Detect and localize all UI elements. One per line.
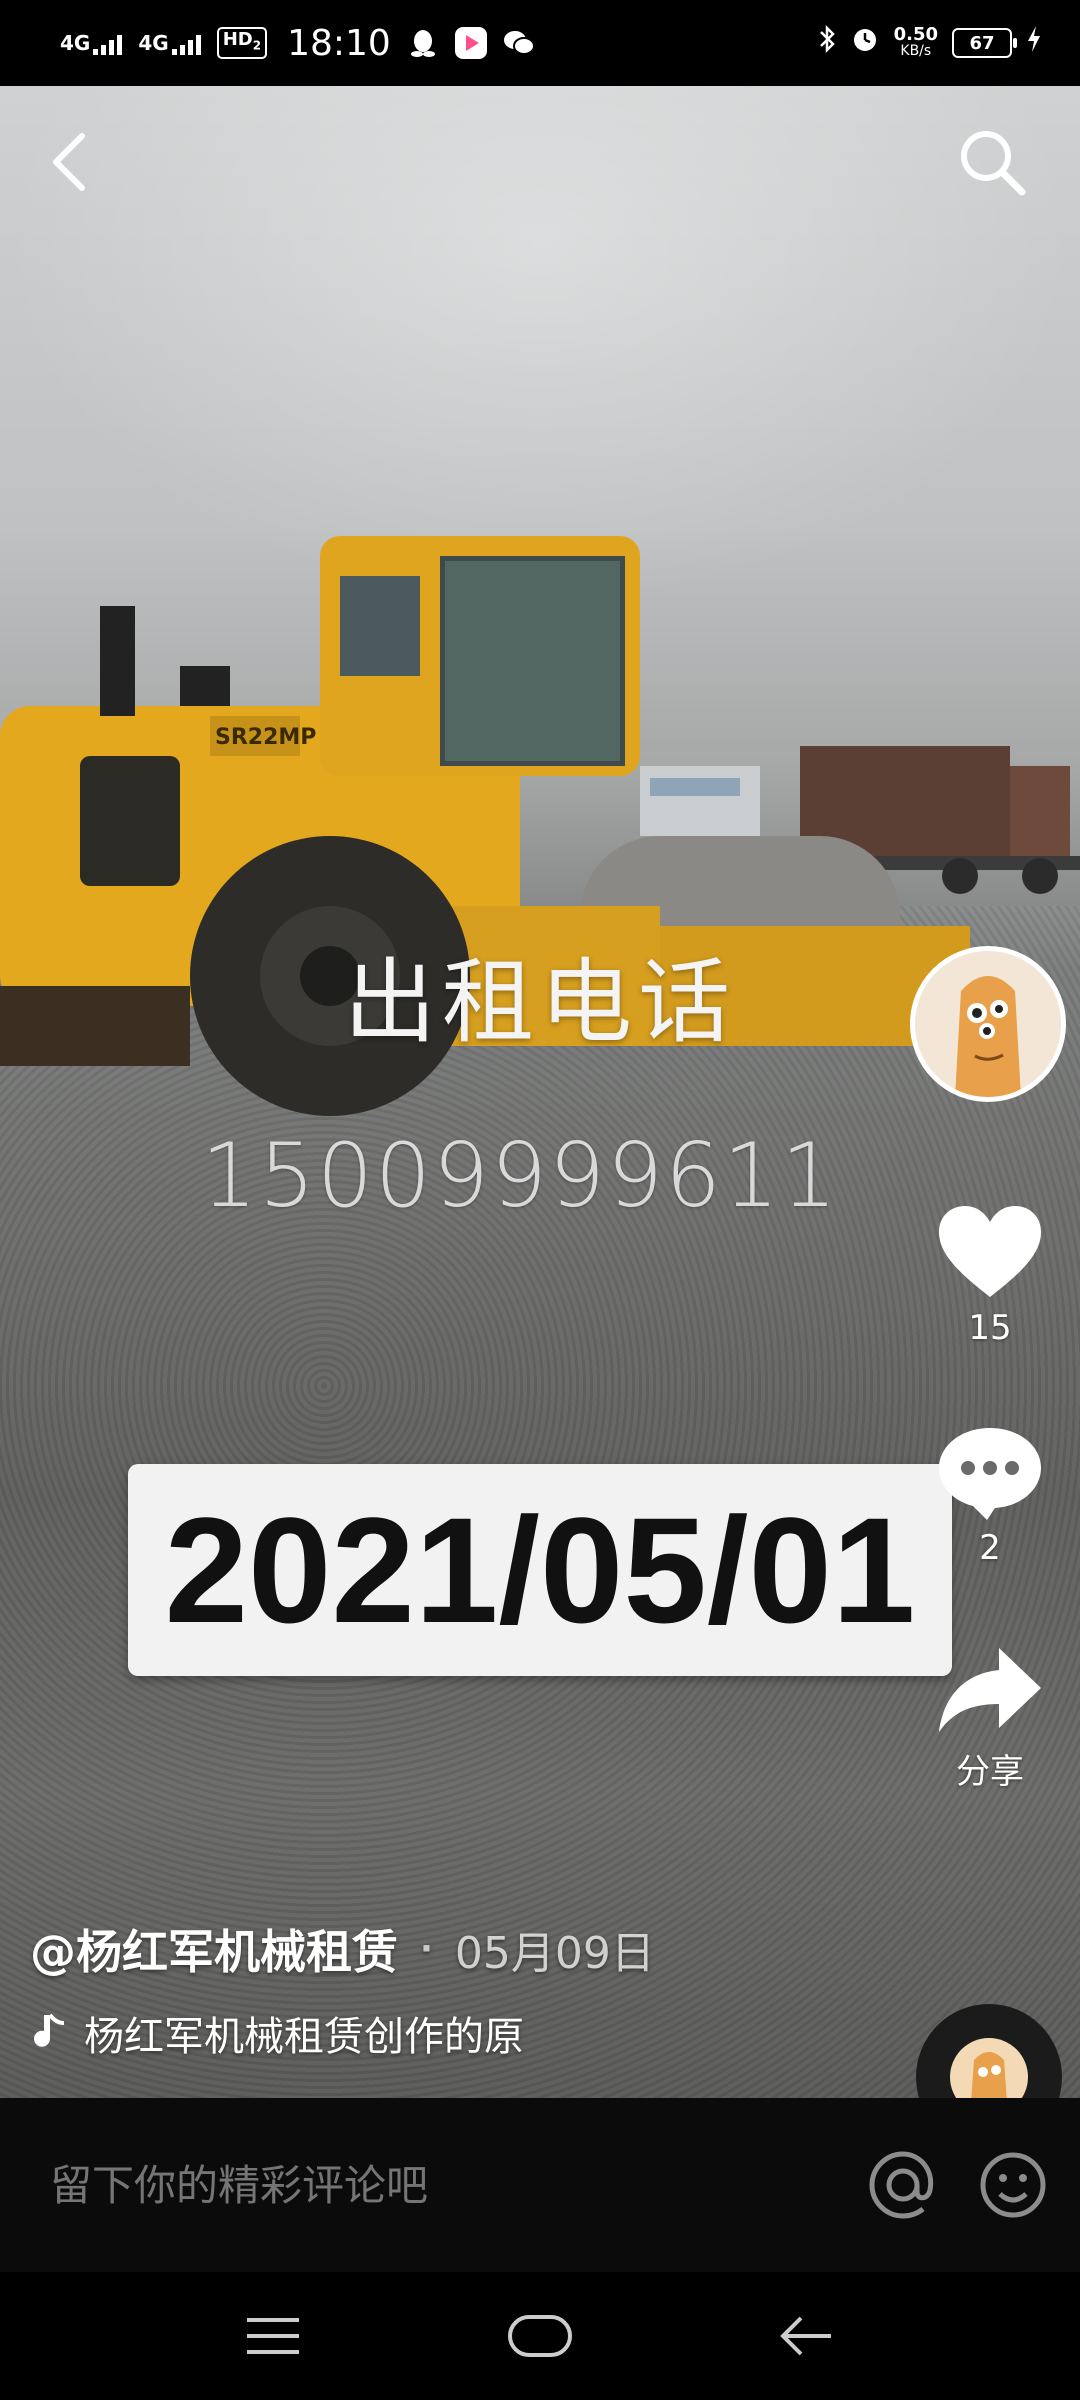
disc-cover [950, 2038, 1028, 2098]
back-button[interactable] [42, 122, 102, 202]
music-info[interactable]: 杨红军机械租赁创作的原 [30, 2004, 524, 2062]
heart-icon [939, 1206, 1041, 1297]
date-caption: 2021/05/01 [128, 1464, 952, 1676]
search-button[interactable] [954, 124, 1030, 200]
music-text: 杨红军机械租赁创作的原 [84, 2014, 524, 2060]
search-icon [961, 131, 1026, 196]
hd-voice-badge: HD2 [216, 27, 268, 59]
share-label: 分享 [956, 1752, 1024, 1792]
network-type-1: 4G [60, 31, 91, 55]
post-date: 05月09日 [454, 1928, 655, 1979]
author-avatar[interactable] [910, 946, 1066, 1102]
charging-icon [1026, 24, 1042, 62]
like-button[interactable]: 15 [920, 1202, 1060, 1348]
comment-button[interactable]: 2 [920, 1422, 1060, 1568]
emoji-button[interactable] [976, 2148, 1050, 2222]
back-icon [779, 2316, 831, 2356]
share-icon [939, 1648, 1041, 1732]
signal-bars-icon [171, 33, 201, 55]
at-icon [869, 2151, 934, 2219]
menu-icon [247, 2318, 300, 2354]
system-nav-bar [0, 2272, 1080, 2400]
video-app-icon [454, 27, 487, 59]
avatar-cartoon-icon [915, 951, 1061, 1097]
signal-bars-icon [93, 33, 123, 55]
comment-count: 2 [979, 1528, 1001, 1568]
network-type-2: 4G [138, 31, 169, 55]
svg-text:SR22MP: SR22MP [215, 725, 316, 750]
share-button[interactable]: 分享 [920, 1642, 1060, 1793]
back-arrow-icon [53, 133, 85, 191]
clock: 18:10 [287, 22, 391, 64]
home-button[interactable] [495, 2301, 585, 2371]
bluetooth-icon [818, 24, 836, 62]
comment-bar [0, 2098, 1080, 2272]
recent-apps-button[interactable] [228, 2301, 318, 2371]
separator-dot: · [420, 1929, 433, 1969]
alarm-icon [850, 24, 880, 62]
comment-input[interactable] [50, 2160, 830, 2210]
status-bar: 4G 4G HD2 18:10 0.50 KB/s 67 [0, 0, 1080, 86]
post-meta: @杨红军机械租赁 · 05月09日 [30, 1916, 655, 1982]
comment-icon [939, 1428, 1041, 1520]
mention-button[interactable] [866, 2148, 940, 2222]
emoji-icon [980, 2152, 1046, 2218]
author-name[interactable]: @杨红军机械租赁 [30, 1916, 398, 1982]
home-icon [507, 2315, 572, 2357]
signal-indicator-1: 4G [60, 31, 123, 55]
music-note-icon [34, 2013, 65, 2047]
system-back-button[interactable] [762, 2301, 852, 2371]
network-speed: 0.50 KB/s [893, 24, 938, 60]
qq-icon [407, 27, 439, 59]
battery-indicator: 67 [952, 28, 1017, 58]
like-count: 15 [968, 1308, 1012, 1348]
video-player[interactable]: SR22MP 出租电话 15009999611 2021/05/01 15 2 … [0, 86, 1080, 2098]
signal-indicator-2: 4G [138, 31, 201, 55]
video-overlay-phone: 15009999611 [201, 1124, 839, 1227]
wechat-icon [503, 27, 535, 59]
